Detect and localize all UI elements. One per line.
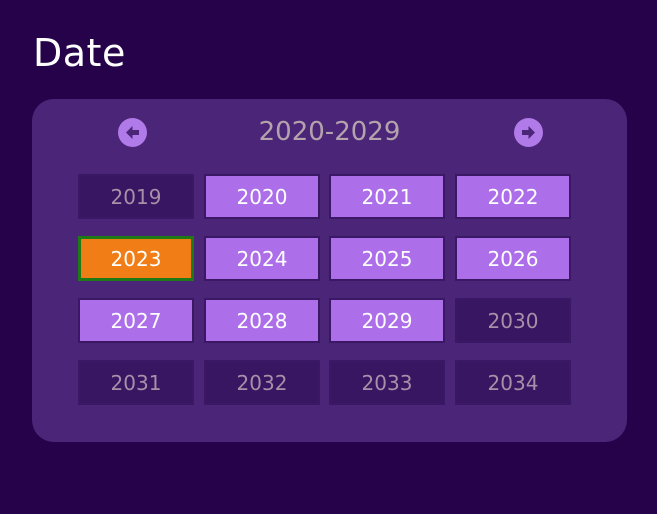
year-cell[interactable]: 2030 [455, 298, 571, 343]
year-cell[interactable]: 2032 [204, 360, 320, 405]
year-cell[interactable]: 2028 [204, 298, 320, 343]
year-cell[interactable]: 2024 [204, 236, 320, 281]
year-cell[interactable]: 2029 [329, 298, 445, 343]
year-cell[interactable]: 2021 [329, 174, 445, 219]
year-cell[interactable]: 2020 [204, 174, 320, 219]
year-cell[interactable]: 2026 [455, 236, 571, 281]
year-cell[interactable]: 2034 [455, 360, 571, 405]
year-cell[interactable]: 2031 [78, 360, 194, 405]
year-cell[interactable]: 2022 [455, 174, 571, 219]
page-title: Date [33, 31, 126, 75]
next-decade-button[interactable] [514, 118, 543, 147]
year-cell[interactable]: 2019 [78, 174, 194, 219]
year-cell[interactable]: 2023 [78, 236, 194, 281]
year-cell[interactable]: 2025 [329, 236, 445, 281]
arrow-right-icon [522, 126, 535, 139]
year-cell[interactable]: 2027 [78, 298, 194, 343]
year-cell[interactable]: 2033 [329, 360, 445, 405]
year-picker-panel: 2020-2029 2019 2020 2021 2022 2023 2024 … [32, 99, 627, 442]
